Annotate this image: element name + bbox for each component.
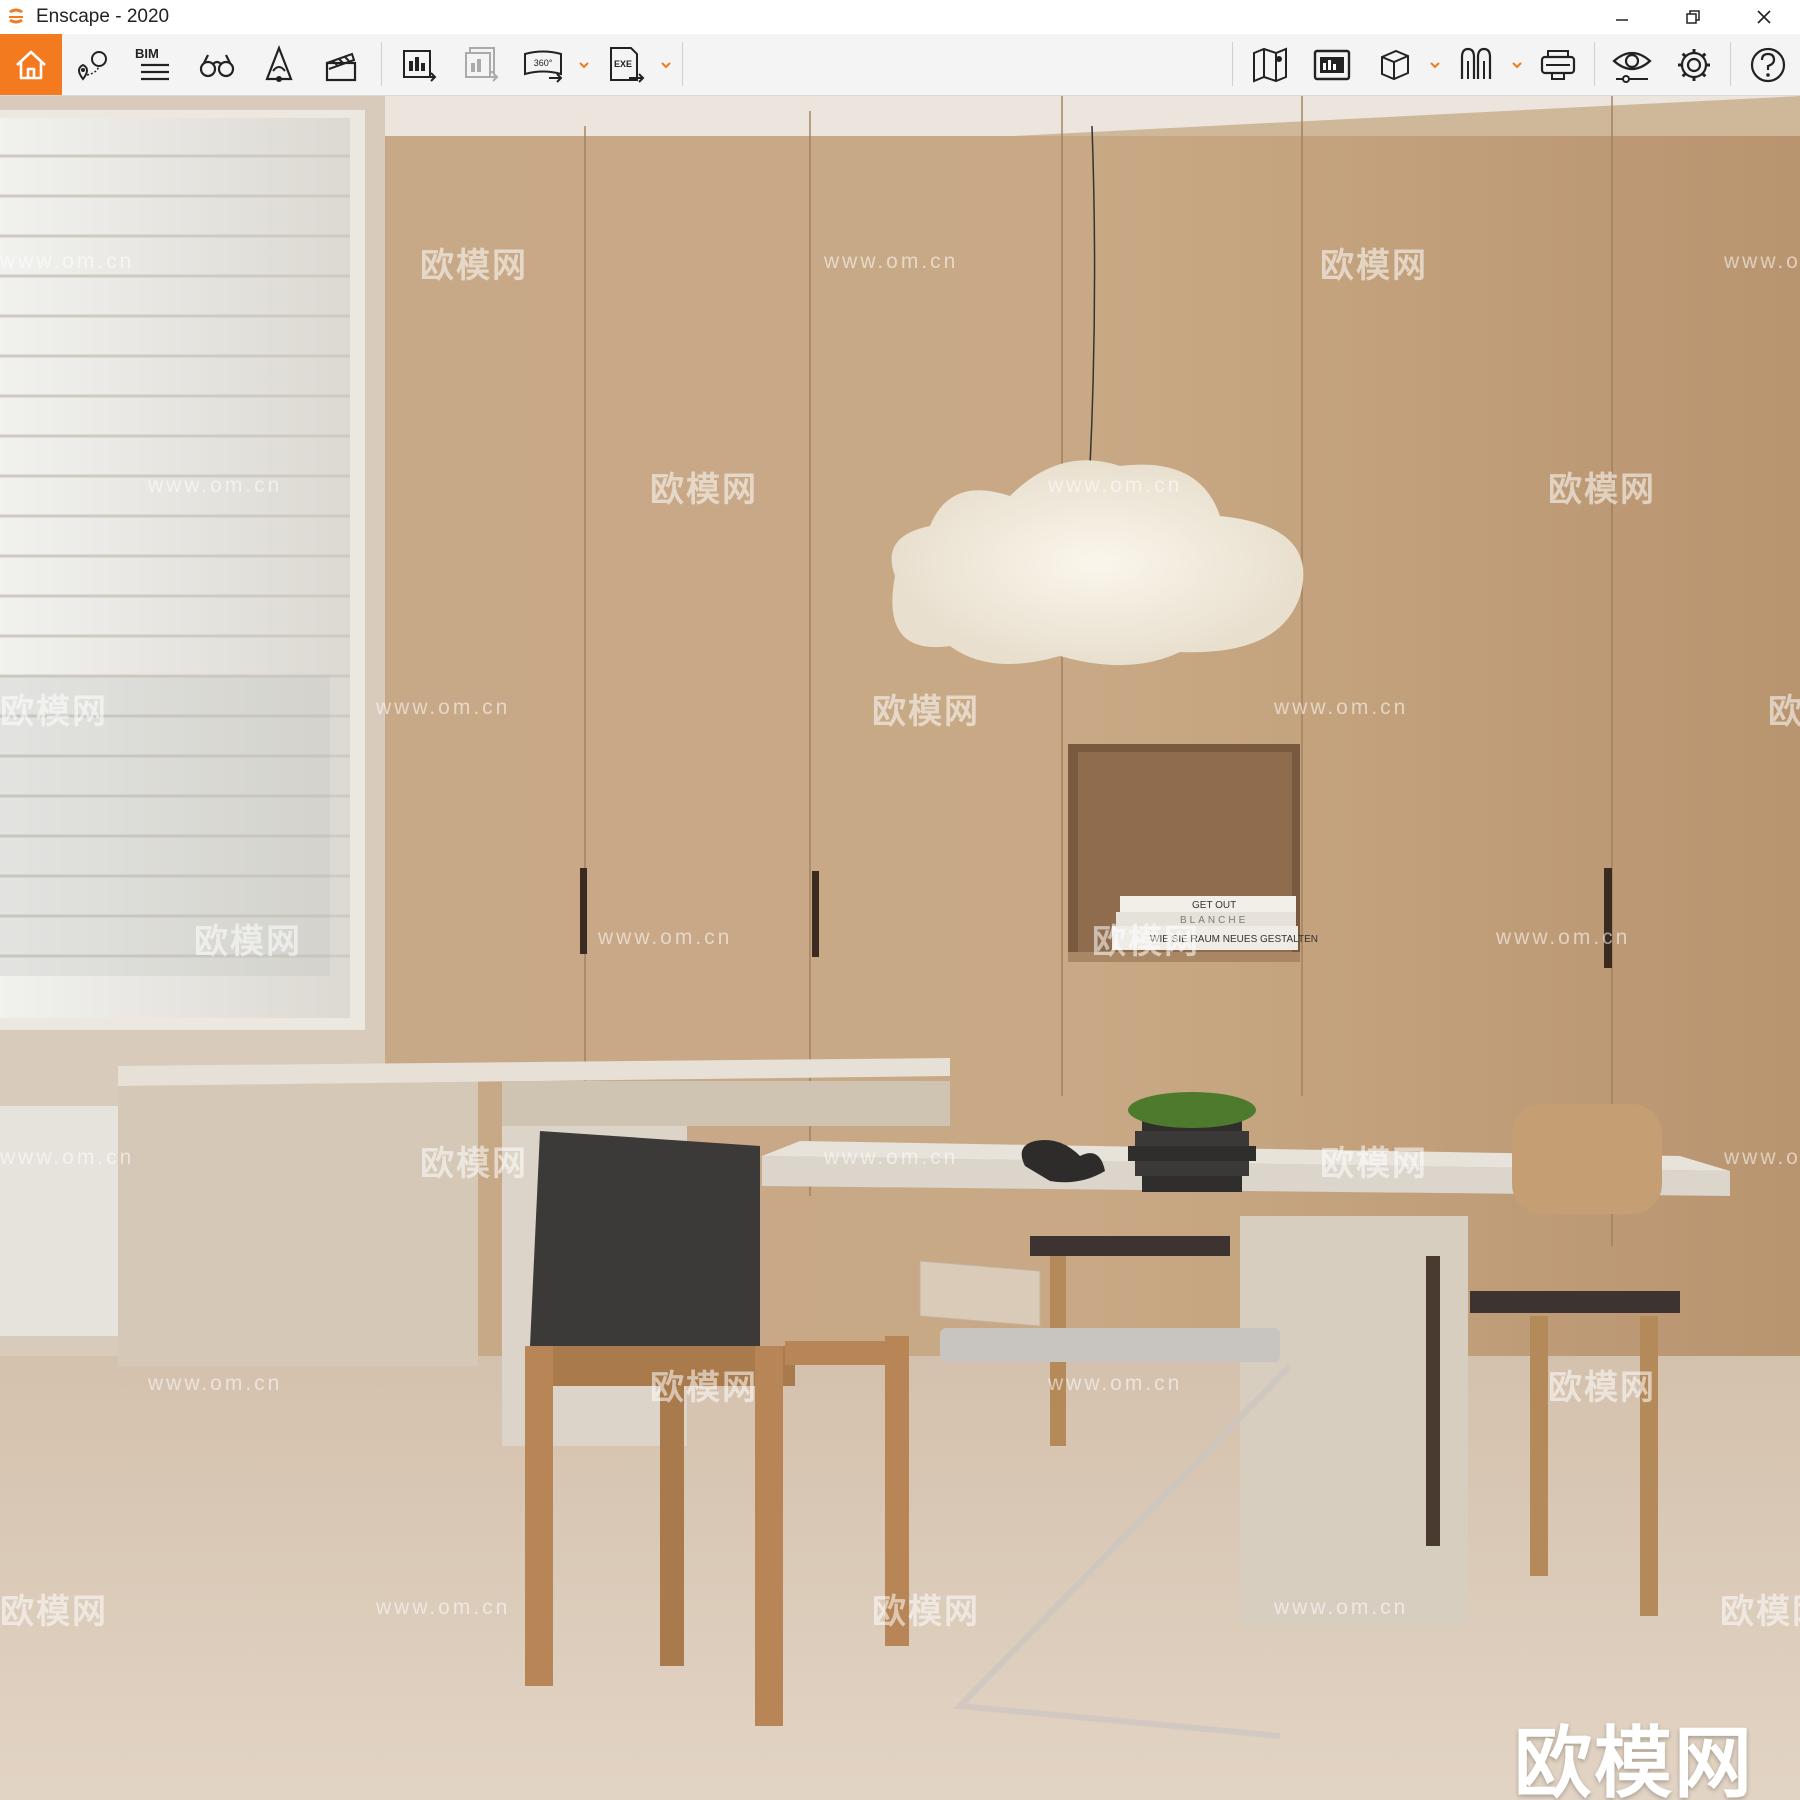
watermark-brand: 欧模网	[420, 247, 528, 285]
home-icon	[16, 50, 46, 79]
toolbar-separator	[682, 42, 683, 86]
watermark-url: www.om.cn	[1724, 1146, 1800, 1169]
binoculars-icon	[199, 54, 235, 77]
minimap-icon	[1313, 49, 1351, 80]
watermark-brand: 欧模网	[650, 471, 758, 509]
watermark-url: www.om.cn	[148, 1372, 283, 1395]
exe-dropdown-icon[interactable]	[659, 58, 673, 72]
cube-view-button[interactable]	[1365, 34, 1423, 95]
watermark-brand: 欧模网	[872, 693, 980, 731]
batch-render-button[interactable]	[452, 34, 510, 95]
vr-headset-icon	[1540, 49, 1576, 80]
render-export-button[interactable]	[390, 34, 448, 95]
watermark-url: www.om.cn	[1724, 250, 1800, 273]
watermark-brand: 欧模网	[0, 693, 108, 731]
bim-button[interactable]	[126, 34, 184, 95]
render-export-icon	[403, 49, 437, 82]
watermark-url: www.om.cn	[1274, 1596, 1409, 1619]
watermark-brand: 欧模网	[1768, 693, 1800, 731]
watermark-url: www.om.cn	[824, 1146, 959, 1169]
watermark-brand: 欧模网	[1720, 1593, 1800, 1631]
help-icon	[1750, 47, 1786, 82]
map-button[interactable]	[1241, 34, 1299, 95]
svg-text:360°: 360°	[534, 58, 553, 68]
exe-export-icon: EXE	[610, 46, 645, 83]
toolbar-separator	[1232, 42, 1233, 86]
watermark-brand: 欧模网	[1548, 471, 1656, 509]
watermark-brand: 欧模网	[194, 923, 302, 961]
lighting-button[interactable]	[250, 34, 308, 95]
views-pin-icon	[78, 50, 107, 81]
book-spine-1: GET OUT	[1192, 900, 1237, 911]
vr-headset-button[interactable]	[1529, 34, 1587, 95]
restore-icon	[1686, 10, 1700, 24]
home-button[interactable]	[0, 34, 62, 95]
batch-render-icon	[465, 46, 499, 82]
bim-label: BIM	[135, 46, 159, 61]
watermark-brand: 欧模网	[1092, 923, 1200, 961]
watermark-brand: 欧模网	[0, 1593, 108, 1631]
watermark-brand: 欧模网	[420, 1145, 528, 1183]
cube-view-icon	[1381, 49, 1409, 80]
enscape-logo-icon	[9, 8, 23, 24]
watermark-url: www.om.cn	[0, 250, 135, 273]
toolbar: BIM 360° EXE	[0, 34, 1800, 125]
lighting-icon	[265, 44, 293, 82]
visual-settings-button[interactable]	[1603, 34, 1661, 95]
restore-button[interactable]	[1668, 0, 1718, 34]
watermark-brand: 欧模网	[1548, 1369, 1656, 1407]
watermark-url: www.om.cn	[1274, 696, 1409, 719]
watermark-url: www.om.cn	[0, 1146, 135, 1169]
watermark-url: www.om.cn	[1048, 1372, 1183, 1395]
svg-text:EXE: EXE	[614, 59, 632, 69]
toolbar-separator	[1730, 42, 1731, 86]
clapperboard-icon	[325, 52, 357, 81]
watermark-brand: 欧模网	[1320, 247, 1428, 285]
help-button[interactable]	[1739, 34, 1797, 95]
settings-button[interactable]	[1665, 34, 1723, 95]
panorama-button[interactable]: 360°	[514, 34, 572, 95]
watermark-brand: 欧模网	[650, 1369, 758, 1407]
watermark-url: www.om.cn	[1048, 474, 1183, 497]
asset-library-icon	[1460, 47, 1492, 79]
views-button[interactable]	[64, 34, 122, 95]
render-viewport[interactable]: GET OUT BLANCHE WIE SIE RAUM NEUES GESTA…	[0, 96, 1800, 1800]
toolbar-separator	[1594, 42, 1595, 86]
watermark-url: www.om.cn	[1496, 926, 1631, 949]
asset-library-button[interactable]	[1447, 34, 1505, 95]
visual-settings-icon	[1612, 51, 1652, 83]
panorama-dropdown-icon[interactable]	[577, 58, 591, 72]
watermark-brand: 欧模网	[1320, 1145, 1428, 1183]
watermark-url: www.om.cn	[824, 250, 959, 273]
watermark-brand: 欧模网	[872, 1593, 980, 1631]
close-button[interactable]	[1739, 0, 1789, 34]
panorama-360-icon: 360°	[524, 50, 563, 83]
window-title: Enscape - 2020	[36, 6, 170, 27]
minimize-button[interactable]	[1597, 0, 1647, 34]
watermark-url: www.om.cn	[598, 926, 733, 949]
watermark-url: www.om.cn	[376, 1596, 511, 1619]
minimize-icon	[1616, 19, 1628, 21]
video-editor-button[interactable]	[312, 34, 370, 95]
binoculars-button[interactable]	[188, 34, 246, 95]
exe-export-button[interactable]: EXE	[596, 34, 654, 95]
corner-brand-logo: 欧模网	[1514, 1719, 1755, 1800]
asset-library-dropdown-icon[interactable]	[1510, 58, 1524, 72]
cube-dropdown-icon[interactable]	[1428, 58, 1442, 72]
toolbar-separator	[381, 42, 382, 86]
watermark-url: www.om.cn	[376, 696, 511, 719]
minimap-button[interactable]	[1303, 34, 1361, 95]
map-icon	[1253, 47, 1287, 82]
close-icon	[1757, 10, 1771, 24]
gear-icon	[1678, 48, 1710, 81]
title-bar: Enscape - 2020	[0, 0, 1800, 34]
watermark-url: www.om.cn	[148, 474, 283, 497]
